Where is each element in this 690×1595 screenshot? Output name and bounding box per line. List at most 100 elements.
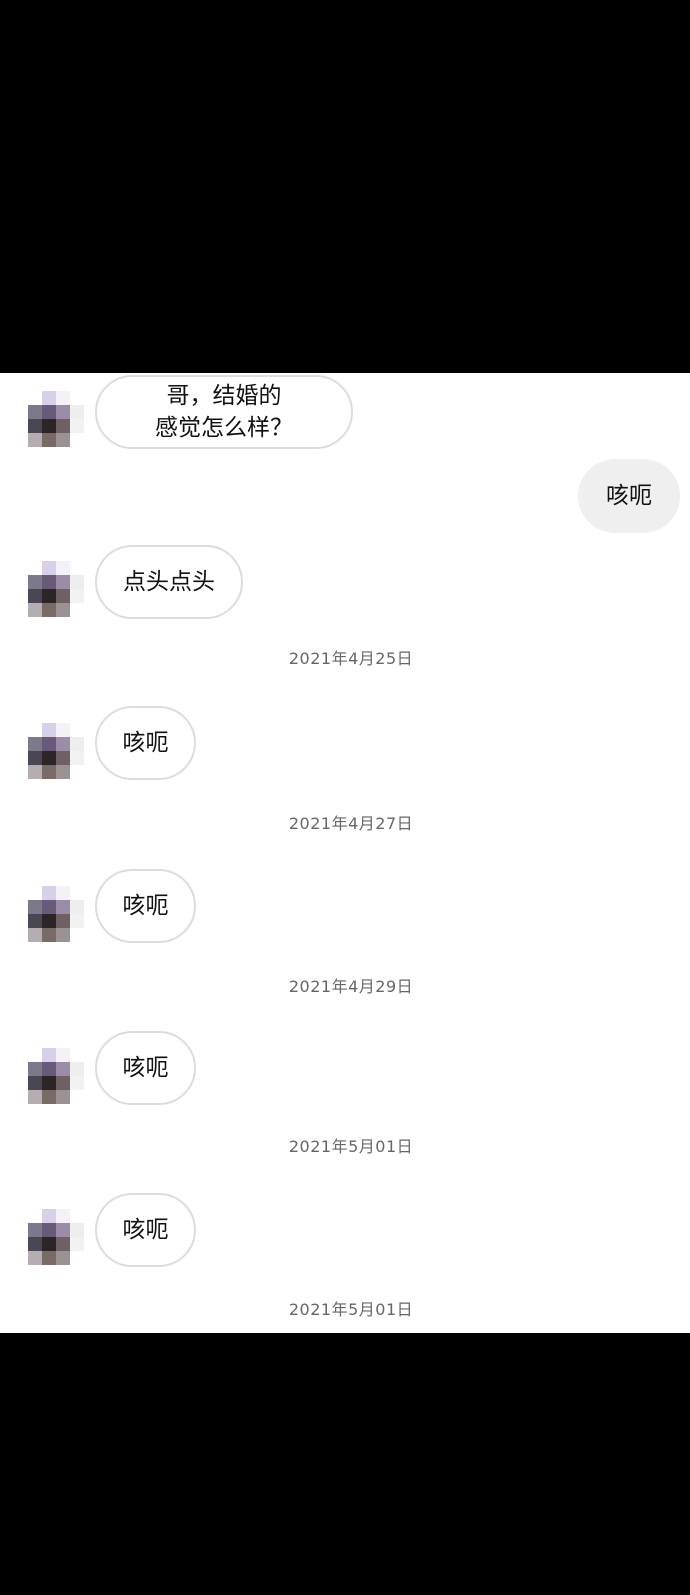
contact-avatar[interactable]: [28, 1209, 84, 1265]
avatar-mosaic-cell: [56, 589, 70, 603]
avatar-mosaic-cell: [42, 405, 56, 419]
incoming-message-bubble[interactable]: 咳呃: [95, 1193, 196, 1267]
chat-panel[interactable]: 哥，结婚的 感觉怎么样？ 咳呃 点头点头 2021年4月25日 咳呃 2021年…: [0, 373, 690, 1333]
contact-avatar[interactable]: [28, 561, 84, 617]
avatar-mosaic-cell: [70, 405, 84, 419]
avatar-mosaic-cell: [70, 1209, 84, 1223]
avatar-mosaic-cell: [28, 589, 42, 603]
contact-avatar[interactable]: [28, 1048, 84, 1104]
contact-avatar[interactable]: [28, 391, 84, 447]
avatar-mosaic-cell: [56, 928, 70, 942]
avatar-mosaic-cell: [28, 405, 42, 419]
avatar-mosaic-cell: [42, 1237, 56, 1251]
avatar-mosaic-cell: [56, 1251, 70, 1265]
avatar-mosaic-cell: [70, 561, 84, 575]
avatar-mosaic-cell: [42, 900, 56, 914]
message-timestamp: 2021年4月25日: [288, 649, 414, 668]
contact-avatar[interactable]: [28, 723, 84, 779]
avatar-mosaic-cell: [28, 928, 42, 942]
avatar-mosaic-cell: [56, 603, 70, 617]
avatar-mosaic-cell: [28, 433, 42, 447]
avatar-mosaic-cell: [56, 723, 70, 737]
avatar-mosaic-cell: [70, 419, 84, 433]
avatar-mosaic-cell: [56, 1090, 70, 1104]
avatar-mosaic-cell: [28, 1048, 42, 1062]
avatar-mosaic-cell: [42, 886, 56, 900]
avatar-mosaic-cell: [70, 737, 84, 751]
avatar-mosaic-cell: [56, 561, 70, 575]
avatar-mosaic-cell: [56, 737, 70, 751]
message-timestamp: 2021年4月27日: [288, 814, 414, 833]
avatar-mosaic-cell: [56, 886, 70, 900]
avatar-mosaic-cell: [28, 886, 42, 900]
avatar-mosaic-cell: [70, 575, 84, 589]
avatar-mosaic-cell: [28, 603, 42, 617]
avatar-mosaic-cell: [42, 1062, 56, 1076]
incoming-message-bubble[interactable]: 咳呃: [95, 706, 196, 780]
avatar-mosaic-cell: [70, 391, 84, 405]
incoming-message-bubble[interactable]: 咳呃: [95, 1031, 196, 1105]
avatar-mosaic-cell: [42, 1048, 56, 1062]
avatar-mosaic-cell: [28, 1076, 42, 1090]
avatar-mosaic-cell: [56, 1048, 70, 1062]
avatar-mosaic-cell: [70, 603, 84, 617]
avatar-mosaic-cell: [56, 1237, 70, 1251]
avatar-mosaic-cell: [28, 751, 42, 765]
avatar-mosaic-cell: [56, 1223, 70, 1237]
avatar-mosaic-cell: [42, 603, 56, 617]
avatar-mosaic-cell: [70, 1237, 84, 1251]
avatar-mosaic-cell: [56, 433, 70, 447]
avatar-mosaic-cell: [42, 433, 56, 447]
avatar-mosaic-cell: [28, 1062, 42, 1076]
contact-avatar[interactable]: [28, 886, 84, 942]
avatar-mosaic-cell: [42, 723, 56, 737]
avatar-mosaic-cell: [28, 765, 42, 779]
avatar-mosaic-cell: [70, 900, 84, 914]
avatar-mosaic-cell: [42, 561, 56, 575]
avatar-mosaic-cell: [42, 1076, 56, 1090]
avatar-mosaic-cell: [42, 589, 56, 603]
message-timestamp: 2021年5月01日: [288, 1137, 414, 1156]
message-timestamp: 2021年5月01日: [288, 1300, 414, 1319]
avatar-mosaic-cell: [70, 914, 84, 928]
avatar-mosaic-cell: [70, 1048, 84, 1062]
avatar-mosaic-cell: [56, 900, 70, 914]
avatar-mosaic-cell: [28, 723, 42, 737]
avatar-mosaic-cell: [28, 1209, 42, 1223]
avatar-mosaic-cell: [28, 1090, 42, 1104]
avatar-mosaic-cell: [28, 575, 42, 589]
incoming-message-bubble[interactable]: 哥，结婚的 感觉怎么样？: [95, 375, 353, 449]
message-timestamp: 2021年4月29日: [288, 977, 414, 996]
avatar-mosaic-cell: [28, 419, 42, 433]
avatar-mosaic-cell: [70, 1090, 84, 1104]
avatar-mosaic-cell: [28, 1237, 42, 1251]
avatar-mosaic-cell: [70, 1076, 84, 1090]
incoming-message-bubble[interactable]: 点头点头: [95, 545, 243, 619]
avatar-mosaic-cell: [56, 1062, 70, 1076]
incoming-message-bubble[interactable]: 咳呃: [95, 869, 196, 943]
avatar-mosaic-cell: [70, 589, 84, 603]
avatar-mosaic-cell: [42, 1251, 56, 1265]
avatar-mosaic-cell: [42, 1223, 56, 1237]
avatar-mosaic-cell: [42, 575, 56, 589]
avatar-mosaic-cell: [56, 914, 70, 928]
avatar-mosaic-cell: [70, 1251, 84, 1265]
avatar-mosaic-cell: [42, 928, 56, 942]
avatar-mosaic-cell: [42, 419, 56, 433]
avatar-mosaic-cell: [70, 765, 84, 779]
avatar-mosaic-cell: [70, 433, 84, 447]
avatar-mosaic-cell: [42, 737, 56, 751]
avatar-mosaic-cell: [56, 419, 70, 433]
avatar-mosaic-cell: [28, 391, 42, 405]
avatar-mosaic-cell: [70, 928, 84, 942]
avatar-mosaic-cell: [28, 914, 42, 928]
avatar-mosaic-cell: [28, 900, 42, 914]
avatar-mosaic-cell: [42, 751, 56, 765]
avatar-mosaic-cell: [42, 1209, 56, 1223]
avatar-mosaic-cell: [28, 561, 42, 575]
avatar-mosaic-cell: [56, 765, 70, 779]
outgoing-message-bubble[interactable]: 咳呃: [578, 459, 680, 533]
avatar-mosaic-cell: [28, 737, 42, 751]
avatar-mosaic-cell: [56, 1209, 70, 1223]
avatar-mosaic-cell: [56, 1076, 70, 1090]
